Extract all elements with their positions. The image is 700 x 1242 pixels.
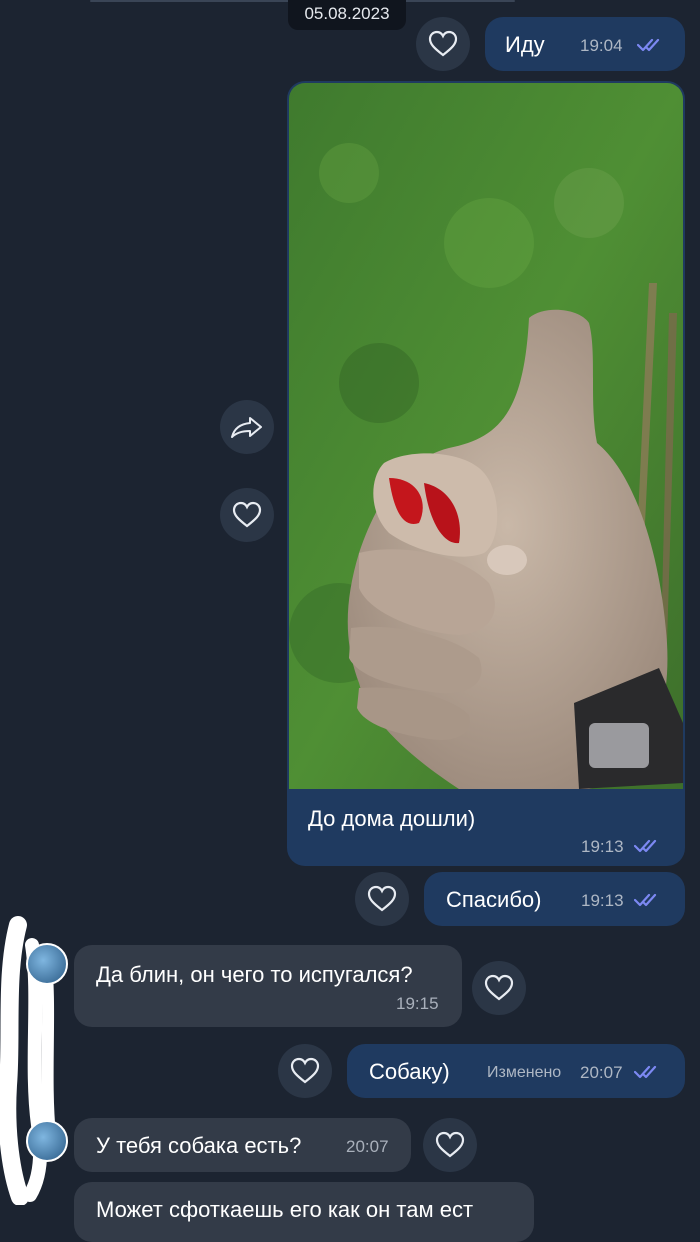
photo-caption: До дома дошли) [308, 806, 476, 831]
double-check-icon [637, 38, 660, 52]
message-bubble-outgoing[interactable]: Иду 19:04 [485, 17, 685, 71]
message-time: 19:15 [396, 994, 439, 1013]
date-separator: 05.08.2023 [288, 0, 406, 30]
photo-image [289, 83, 683, 789]
like-button[interactable] [278, 1044, 332, 1098]
message-bubble-incoming[interactable]: Может сфоткаешь его как он там ест [74, 1182, 534, 1242]
message-time: 20:07 [346, 1137, 389, 1156]
message-text: Иду [505, 32, 545, 57]
message-bubble-incoming[interactable]: Да блин, он чего то испугался? 19:15 [74, 945, 462, 1027]
heart-icon [367, 885, 397, 912]
heart-icon [428, 30, 458, 57]
like-button[interactable] [355, 872, 409, 926]
message-time: 20:07 [580, 1063, 623, 1082]
like-button[interactable] [472, 961, 526, 1015]
message-text: Спасибо) [446, 887, 542, 912]
like-button[interactable] [423, 1118, 477, 1172]
message-time: 19:04 [580, 36, 623, 55]
like-button[interactable] [416, 17, 470, 71]
message-bubble-outgoing[interactable]: Спасибо) 19:13 [424, 872, 685, 926]
photo-attachment[interactable] [289, 83, 683, 789]
double-check-icon [634, 1065, 657, 1079]
message-time: 19:13 [581, 891, 624, 910]
forward-button[interactable] [220, 400, 274, 454]
heart-icon [484, 974, 514, 1001]
message-bubble-outgoing[interactable]: Собаку) Изменено 20:07 [347, 1044, 685, 1098]
message-bubble-incoming[interactable]: У тебя собака есть? 20:07 [74, 1118, 411, 1172]
heart-icon [232, 501, 262, 528]
share-arrow-icon [231, 417, 262, 438]
double-check-icon [634, 893, 657, 907]
message-time: 19:13 [581, 837, 624, 856]
like-button[interactable] [220, 488, 274, 542]
avatar[interactable] [26, 943, 68, 985]
message-text: Да блин, он чего то испугался? [96, 962, 413, 987]
double-check-icon [634, 839, 657, 853]
heart-icon [290, 1057, 320, 1084]
avatar[interactable] [26, 1120, 68, 1162]
message-text: У тебя собака есть? [96, 1133, 302, 1158]
edited-label: Изменено [487, 1064, 562, 1081]
message-text: Собаку) [369, 1059, 450, 1084]
heart-icon [435, 1131, 465, 1158]
message-text: Может сфоткаешь его как он там ест [96, 1197, 474, 1222]
